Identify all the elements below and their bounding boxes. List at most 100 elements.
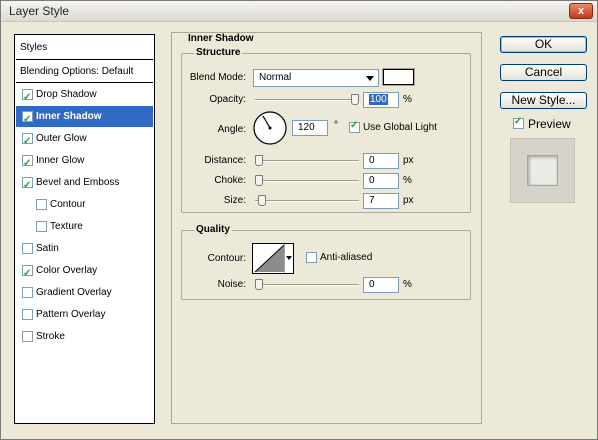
angle-input[interactable]: 120 <box>292 120 328 136</box>
style-item-label: Texture <box>50 221 83 232</box>
style-item-checkbox[interactable] <box>22 263 33 284</box>
styles-header-label: Styles <box>20 42 48 53</box>
style-item-checkbox[interactable] <box>22 87 33 108</box>
blend-mode-select[interactable]: Normal <box>253 69 379 87</box>
contour-preview-icon <box>254 244 285 273</box>
style-item-bevel-and-emboss[interactable]: Bevel and Emboss <box>16 172 153 196</box>
noise-input[interactable]: 0 <box>363 277 399 293</box>
choke-unit: % <box>403 175 412 186</box>
opacity-unit: % <box>403 94 412 105</box>
size-label: Size: <box>223 195 246 206</box>
distance-slider[interactable] <box>255 155 359 167</box>
style-item-checkbox[interactable] <box>22 153 33 174</box>
style-item-gradient-overlay[interactable]: Gradient Overlay <box>16 282 153 303</box>
divider <box>16 82 153 83</box>
style-item-label: Inner Shadow <box>36 111 102 122</box>
anti-aliased-checkbox[interactable] <box>306 252 317 263</box>
styles-list: Styles Blending Options: Default Drop Sh… <box>14 34 155 424</box>
quality-group: Quality Contour: Anti-aliased Noise: 0 % <box>181 224 471 300</box>
size-input[interactable]: 7 <box>363 193 399 209</box>
style-item-stroke[interactable]: Stroke <box>16 326 153 347</box>
size-slider[interactable] <box>255 195 359 207</box>
slider-thumb[interactable] <box>255 279 263 290</box>
opacity-label: Opacity: <box>209 94 246 105</box>
noise-value: 0 <box>369 279 375 290</box>
slider-thumb[interactable] <box>351 94 359 105</box>
new-style-button[interactable]: New Style... <box>500 92 587 109</box>
use-global-light-label: Use Global Light <box>363 122 437 133</box>
close-button[interactable]: x <box>569 3 593 19</box>
opacity-input[interactable]: 100 <box>363 92 399 108</box>
noise-slider[interactable] <box>255 279 359 291</box>
layer-style-dialog: Layer Style x Styles Blending Options: D… <box>0 0 598 440</box>
chevron-down-icon <box>286 256 292 260</box>
blending-options-item[interactable]: Blending Options: Default <box>16 61 153 82</box>
inner-shadow-panel: Inner Shadow Structure Blend Mode: Norma… <box>171 32 482 424</box>
style-item-checkbox[interactable] <box>22 109 33 130</box>
style-item-drop-shadow[interactable]: Drop Shadow <box>16 84 153 108</box>
style-item-checkbox[interactable] <box>22 309 33 320</box>
angle-label: Angle: <box>217 124 246 135</box>
noise-label: Noise: <box>217 279 246 290</box>
use-global-light-checkbox[interactable] <box>349 120 360 133</box>
opacity-value: 100 <box>369 94 388 105</box>
ok-button[interactable]: OK <box>500 36 587 53</box>
slider-track <box>255 160 359 162</box>
style-item-color-overlay[interactable]: Color Overlay <box>16 260 153 284</box>
contour-label: Contour: <box>207 253 246 264</box>
style-item-texture[interactable]: Texture <box>16 216 153 237</box>
distance-input[interactable]: 0 <box>363 153 399 169</box>
slider-thumb[interactable] <box>255 155 263 166</box>
slider-track <box>255 284 359 286</box>
style-item-pattern-overlay[interactable]: Pattern Overlay <box>16 304 153 325</box>
angle-dial[interactable] <box>252 110 288 146</box>
choke-input[interactable]: 0 <box>363 173 399 189</box>
style-item-checkbox[interactable] <box>22 131 33 152</box>
style-item-checkbox[interactable] <box>36 199 47 210</box>
preview-box <box>510 138 575 203</box>
style-item-label: Stroke <box>36 331 65 342</box>
style-item-checkbox[interactable] <box>36 221 47 232</box>
preview-checkbox[interactable] <box>513 116 524 129</box>
slider-track <box>255 200 359 202</box>
shadow-color-swatch[interactable] <box>382 68 415 86</box>
choke-slider[interactable] <box>255 175 359 187</box>
style-item-label: Gradient Overlay <box>36 287 112 298</box>
blend-mode-value: Normal <box>259 72 292 83</box>
style-item-label: Color Overlay <box>36 265 98 276</box>
styles-header[interactable]: Styles <box>16 36 153 59</box>
opacity-slider[interactable] <box>255 94 359 106</box>
slider-track <box>255 99 359 101</box>
slider-thumb[interactable] <box>258 195 266 206</box>
title-bar: Layer Style x <box>1 1 597 22</box>
style-item-checkbox[interactable] <box>22 287 33 298</box>
style-item-label: Bevel and Emboss <box>36 177 120 188</box>
style-item-outer-glow[interactable]: Outer Glow <box>16 128 153 152</box>
size-unit: px <box>403 195 414 206</box>
distance-label: Distance: <box>204 155 246 166</box>
style-item-checkbox[interactable] <box>22 243 33 254</box>
window-title: Layer Style <box>9 4 70 18</box>
preview-swatch <box>527 155 558 186</box>
slider-thumb[interactable] <box>255 175 263 186</box>
structure-group: Structure Blend Mode: Normal Opacity: 10… <box>181 47 471 213</box>
close-icon: x <box>577 5 585 17</box>
blend-mode-label: Blend Mode: <box>189 72 246 83</box>
contour-dropdown-button[interactable] <box>284 244 293 273</box>
style-item-inner-glow[interactable]: Inner Glow <box>16 150 153 174</box>
cancel-button[interactable]: Cancel <box>500 64 587 81</box>
distance-unit: px <box>403 155 414 166</box>
distance-value: 0 <box>369 155 375 166</box>
style-item-checkbox[interactable] <box>22 175 33 196</box>
choke-label: Choke: <box>214 175 246 186</box>
style-item-checkbox[interactable] <box>22 331 33 342</box>
contour-picker[interactable] <box>252 243 294 274</box>
style-item-label: Inner Glow <box>36 155 85 166</box>
style-item-label: Outer Glow <box>36 133 87 144</box>
angle-dial-icon <box>253 111 287 145</box>
angle-value: 120 <box>298 122 315 133</box>
style-item-satin[interactable]: Satin <box>16 238 153 259</box>
style-item-inner-shadow[interactable]: Inner Shadow <box>16 106 153 130</box>
style-item-contour[interactable]: Contour <box>16 194 153 215</box>
blending-options-label: Blending Options: Default <box>20 66 134 77</box>
